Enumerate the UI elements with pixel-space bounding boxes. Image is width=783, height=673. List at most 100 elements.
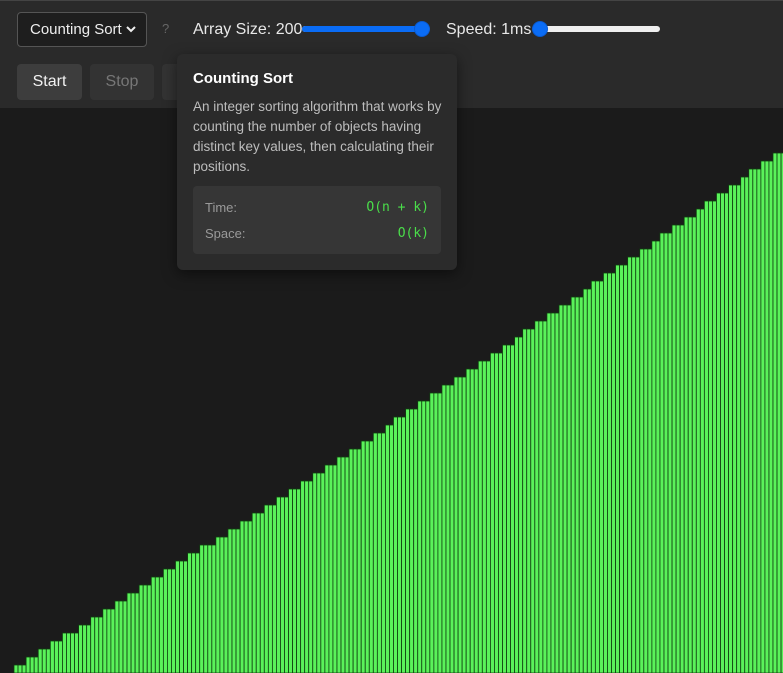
bar (594, 280, 600, 673)
bar (211, 544, 217, 673)
bar (106, 608, 112, 673)
speed-slider-thumb[interactable] (532, 21, 548, 37)
bar (288, 488, 293, 673)
bar (223, 536, 229, 673)
bar (114, 600, 120, 673)
bar (494, 352, 499, 673)
bar (728, 184, 734, 673)
bar (360, 440, 366, 673)
array-size-slider-thumb[interactable] (414, 21, 430, 37)
start-button[interactable]: Start (17, 64, 82, 100)
space-value: O(k) (397, 226, 429, 241)
bar (514, 336, 520, 673)
bar (518, 336, 524, 673)
bar (772, 152, 778, 673)
algorithm-select[interactable]: Counting Sort (17, 12, 147, 47)
bar (110, 608, 116, 673)
bar (663, 232, 669, 673)
bar (397, 416, 402, 673)
bar (70, 632, 75, 673)
bar (255, 512, 261, 673)
bar (441, 384, 447, 673)
bar (716, 192, 721, 673)
time-value: O(n + k) (366, 200, 429, 215)
bar (699, 208, 705, 673)
bar (748, 168, 754, 673)
space-label: Space: (205, 226, 246, 241)
bar (324, 464, 330, 673)
bar (215, 536, 221, 673)
bar (154, 576, 160, 673)
bar (78, 624, 84, 673)
help-icon[interactable]: ? (162, 21, 169, 36)
bar (437, 392, 443, 673)
bar (376, 432, 382, 673)
bar (546, 312, 552, 673)
bar (675, 224, 681, 673)
bar (401, 416, 407, 673)
bar (655, 240, 661, 673)
bar (578, 296, 584, 673)
array-size-slider[interactable] (302, 21, 430, 37)
bar (247, 520, 253, 673)
bar (643, 248, 649, 673)
bar (695, 208, 701, 673)
speed-slider[interactable] (532, 21, 660, 37)
bar (336, 456, 342, 673)
bar (473, 368, 479, 673)
bar (312, 472, 318, 673)
bar (308, 480, 314, 673)
bar (558, 304, 564, 673)
bar (461, 376, 467, 673)
bar (364, 440, 370, 673)
bar (162, 568, 168, 673)
bar (207, 544, 213, 673)
bar (393, 416, 398, 673)
bar (542, 320, 548, 673)
bar (41, 648, 47, 673)
bar (320, 472, 326, 673)
bar (481, 360, 487, 673)
bar (631, 256, 637, 673)
bar (195, 552, 201, 673)
bar (142, 584, 148, 673)
bar (348, 448, 354, 673)
bar (271, 504, 277, 673)
bar (276, 496, 281, 673)
bar (599, 280, 604, 673)
bar (611, 272, 616, 673)
bar (445, 384, 451, 673)
bar (534, 320, 540, 673)
bar (691, 216, 697, 673)
bar (158, 576, 164, 673)
bar (304, 480, 310, 673)
bar (651, 240, 657, 673)
array-size-label: Array Size: 200 (193, 21, 303, 38)
bar (635, 256, 641, 673)
bar (280, 496, 285, 673)
bar (485, 360, 491, 673)
bar (126, 592, 132, 673)
bar (409, 408, 415, 673)
bar (239, 520, 245, 673)
bar (259, 512, 265, 673)
bar (764, 160, 770, 673)
app: { "controls": { "algorithm_selected": "C… (0, 0, 783, 673)
bar (29, 656, 35, 673)
bar (344, 456, 350, 673)
bar (768, 160, 774, 673)
bar (37, 648, 43, 673)
bar (183, 560, 188, 673)
chevron-down-icon (126, 26, 136, 33)
speed-label: Speed: 1ms (446, 21, 532, 38)
stop-button[interactable]: Stop (90, 64, 154, 100)
bar (615, 264, 620, 673)
bar (417, 400, 423, 673)
bar (623, 264, 629, 673)
bar (679, 224, 685, 673)
bar (251, 512, 257, 673)
bar (263, 504, 269, 673)
tooltip-description: An integer sorting algorithm that works … (193, 99, 442, 174)
bar (82, 624, 88, 673)
bar (433, 392, 439, 673)
